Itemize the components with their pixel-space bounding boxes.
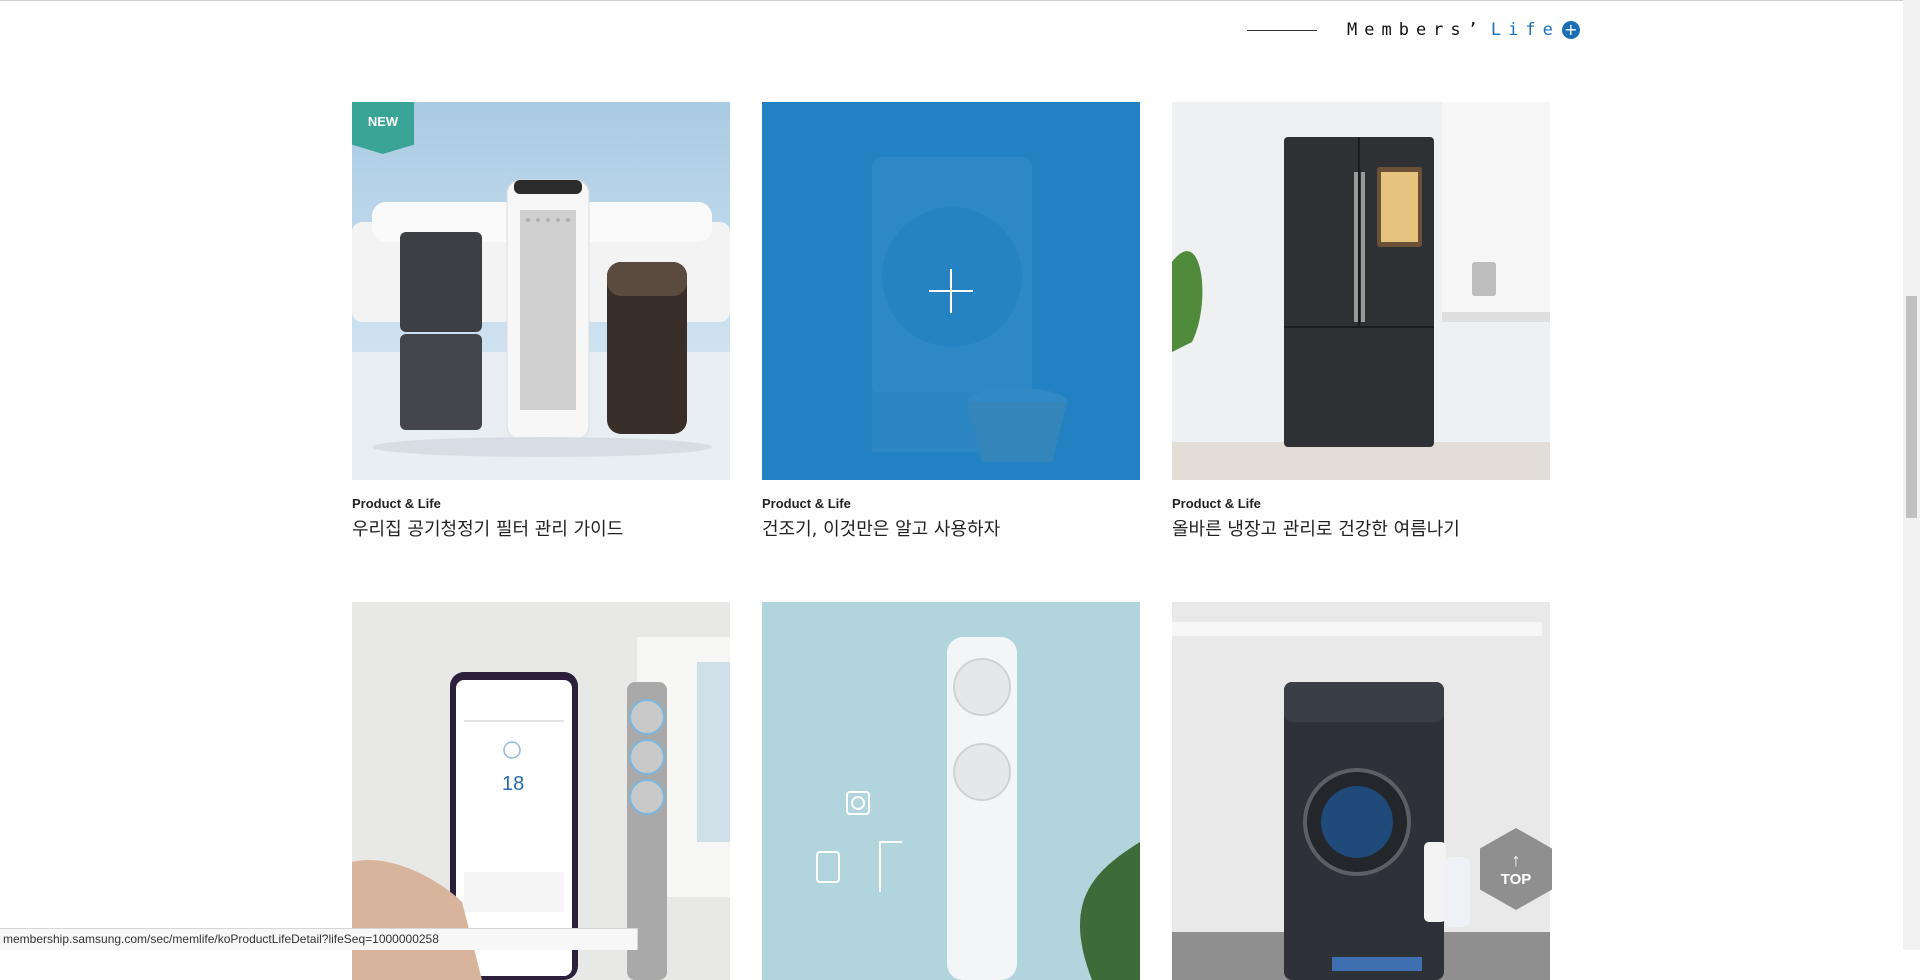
view-plus-icon[interactable] — [929, 269, 973, 313]
phone-temp: 18 — [502, 773, 524, 795]
section-title-members: Members’ — [1347, 20, 1485, 40]
life-card-washer[interactable] — [1172, 602, 1550, 980]
life-card-air-purifier[interactable]: NEW Product & Life 우리집 공기청정기 필터 관리 가이드 — [352, 102, 730, 541]
card-title[interactable]: 건조기, 이것만은 알고 사용하자 — [762, 515, 1140, 541]
card-thumbnail[interactable]: NEW — [352, 102, 730, 480]
card-thumbnail[interactable]: 18 — [352, 602, 730, 980]
card-thumbnail[interactable] — [1172, 602, 1550, 980]
top-border — [0, 0, 1920, 1]
scrollbar-thumb[interactable] — [1906, 296, 1917, 518]
air-purifier-image — [352, 102, 730, 480]
life-card-dryer[interactable]: Product & Life 건조기, 이것만은 알고 사용하자 — [762, 102, 1140, 541]
card-category: Product & Life — [352, 496, 441, 511]
life-card-smartphone-aircon[interactable]: 18 — [352, 602, 730, 980]
header-rule — [1247, 29, 1317, 31]
card-category: Product & Life — [762, 496, 851, 511]
section-header: Members’ Life + — [1247, 18, 1580, 42]
card-thumbnail[interactable] — [762, 102, 1140, 480]
card-title[interactable]: 우리집 공기청정기 필터 관리 가이드 — [352, 515, 730, 541]
life-card-refrigerator[interactable]: Product & Life 올바른 냉장고 관리로 건강한 여름나기 — [1172, 102, 1550, 541]
top-label: TOP — [1500, 870, 1532, 888]
arrow-up-icon: ↑ — [1511, 849, 1521, 870]
aircon-image — [762, 602, 1140, 980]
card-title[interactable]: 올바른 냉장고 관리로 건강한 여름나기 — [1172, 515, 1550, 541]
section-title-life: Life — [1490, 20, 1560, 40]
card-thumbnail[interactable] — [762, 602, 1140, 980]
card-category: Product & Life — [1172, 496, 1261, 511]
new-badge: NEW — [352, 102, 414, 154]
refrigerator-image — [1172, 102, 1550, 480]
smartphone-aircon-image: 18 — [352, 602, 730, 980]
life-card-aircon[interactable] — [762, 602, 1140, 980]
browser-status-bar: membership.samsung.com/sec/memlife/koPro… — [0, 928, 638, 950]
page-scrollbar[interactable] — [1903, 0, 1920, 950]
more-plus-icon[interactable]: + — [1561, 21, 1580, 39]
card-thumbnail[interactable] — [1172, 102, 1550, 480]
washer-image — [1172, 602, 1550, 980]
